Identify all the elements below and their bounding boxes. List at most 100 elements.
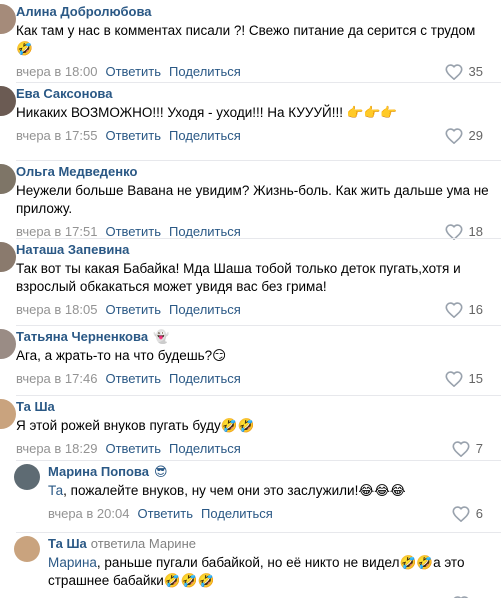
like-button[interactable]: 16	[445, 301, 483, 319]
comment-time[interactable]: вчера в 17:51	[16, 224, 97, 239]
author-badge-icon: 😎	[153, 464, 168, 479]
like-button[interactable]: 29	[445, 127, 483, 145]
comment-time[interactable]: вчера в 20:04	[48, 506, 129, 521]
avatar[interactable]	[0, 86, 16, 116]
like-button[interactable]: 35	[445, 63, 483, 81]
comment-footer: вчера в 20:04 Ответить Поделиться 6	[48, 505, 489, 523]
like-button[interactable]: 15	[445, 370, 483, 388]
comment-time[interactable]: вчера в 17:46	[16, 371, 97, 386]
comment-text-content: Ага, а жрать-то на что будешь?😏	[16, 348, 227, 363]
heart-icon	[445, 64, 463, 80]
comment-footer: вчера в 17:55 Ответить Поделиться 29	[16, 127, 489, 145]
comment-text: Никаких ВОЗМОЖНО!!! Уходя - уходи!!! На …	[16, 104, 489, 122]
reply-button[interactable]: Ответить	[137, 506, 193, 521]
avatar[interactable]	[0, 242, 16, 272]
heart-icon	[452, 441, 470, 457]
heart-icon	[445, 128, 463, 144]
share-button[interactable]: Поделиться	[169, 224, 241, 239]
author-line: Марина Попова 😎	[48, 464, 489, 479]
comment-time[interactable]: вчера в 18:29	[16, 441, 97, 456]
comment-text: Я этой рожей внуков пугать буду🤣🤣	[16, 417, 489, 435]
share-button[interactable]: Поделиться	[169, 371, 241, 386]
mention-link[interactable]: Та	[48, 483, 63, 498]
replied-to-label[interactable]: ответила Марине	[91, 536, 196, 551]
comment-body: Наташа Запевина Так вот ты какая Бабайка!…	[16, 242, 489, 319]
reply-button[interactable]: Ответить	[105, 64, 161, 79]
author-name[interactable]: Алина Добролюбова	[16, 4, 152, 19]
comment-text: Та, пожалейте внуков, ну чем они это зас…	[48, 482, 489, 500]
like-count: 35	[468, 64, 483, 79]
comment-divider	[16, 325, 501, 326]
comment-divider	[16, 532, 501, 533]
reply-button[interactable]: Ответить	[105, 302, 161, 317]
author-name[interactable]: Та Ша	[16, 399, 55, 414]
comment-time[interactable]: вчера в 17:55	[16, 128, 97, 143]
avatar[interactable]	[0, 164, 16, 194]
comment-body: Татьяна Черненкова 👻 Ага, а жрать-то на чт…	[16, 329, 489, 388]
reply-button[interactable]: Ответить	[105, 224, 161, 239]
comment-text: Ага, а жрать-то на что будешь?😏	[16, 347, 489, 365]
comment-footer: вчера в 18:29 Ответить Поделиться 7	[16, 440, 489, 458]
heart-icon	[445, 371, 463, 387]
like-count: 16	[468, 302, 483, 317]
avatar[interactable]	[0, 329, 16, 359]
author-line: Алина Добролюбова	[16, 4, 489, 19]
comment-text-content: , пожалейте внуков, ну чем они это заслу…	[63, 483, 406, 498]
comment-body: Та Ша ответила Марине Марина, раньше пугал…	[48, 536, 489, 598]
reply-button[interactable]: Ответить	[105, 441, 161, 456]
author-line: Татьяна Черненкова 👻	[16, 329, 489, 344]
comment-text: Как там у нас в комментах писали ?! Свеж…	[16, 22, 489, 58]
comment-text: Марина, раньше пугали бабайкой, но её ни…	[48, 554, 489, 590]
heart-icon	[445, 302, 463, 318]
comment-time[interactable]: вчера в 18:05	[16, 302, 97, 317]
avatar[interactable]	[0, 4, 16, 34]
comment-body: Алина Добролюбова Как там у нас в коммент…	[16, 4, 489, 81]
author-name[interactable]: Марина Попова	[48, 464, 149, 479]
comment-text: Неужели больше Вавана не увидим? Жизнь-б…	[16, 182, 489, 218]
author-name[interactable]: Ева Саксонова	[16, 86, 112, 101]
comment-text-content: , раньше пугали бабайкой, но её никто не…	[48, 555, 465, 588]
comment-text: Так вот ты какая Бабайка! Мда Шаша тобой…	[16, 260, 489, 296]
like-count: 6	[475, 506, 483, 521]
comment-body: Марина Попова 😎 Та, пожалейте внуков, ну ч…	[48, 464, 489, 523]
author-name[interactable]: Ольга Медведенко	[16, 164, 137, 179]
author-badge-icon: 👻	[153, 329, 170, 344]
like-count: 7	[475, 441, 483, 456]
avatar[interactable]	[14, 464, 40, 490]
like-count: 29	[468, 128, 483, 143]
like-count: 15	[468, 371, 483, 386]
share-button[interactable]: Поделиться	[169, 64, 241, 79]
author-name[interactable]: Наташа Запевина	[16, 242, 129, 257]
like-button[interactable]: 7	[452, 440, 483, 458]
comment-text-content: Я этой рожей внуков пугать буду🤣🤣	[16, 418, 255, 433]
comment-body: Ольга Медведенко Неужели больше Вавана не…	[16, 164, 489, 241]
author-line: Ольга Медведенко	[16, 164, 489, 179]
avatar[interactable]	[0, 399, 16, 429]
share-button[interactable]: Поделиться	[169, 302, 241, 317]
avatar[interactable]	[14, 536, 40, 562]
author-line: Наташа Запевина	[16, 242, 489, 257]
share-button[interactable]: Поделиться	[169, 441, 241, 456]
reply-button[interactable]: Ответить	[105, 128, 161, 143]
author-line: Та Ша	[16, 399, 489, 414]
author-name[interactable]: Татьяна Черненкова	[16, 329, 148, 344]
comment-footer: вчера в 18:00 Ответить Поделиться 35	[16, 63, 489, 81]
comment-divider	[16, 160, 501, 161]
comment-body: Та Ша Я этой рожей внуков пугать буду🤣🤣 вч…	[16, 399, 489, 458]
like-button[interactable]: 6	[452, 505, 483, 523]
share-button[interactable]: Поделиться	[201, 506, 273, 521]
comment-text-content: Неужели больше Вавана не увидим? Жизнь-б…	[16, 183, 489, 216]
comment-text-content: Так вот ты какая Бабайка! Мда Шаша тобой…	[16, 261, 461, 294]
share-button[interactable]: Поделиться	[169, 128, 241, 143]
comment-divider	[16, 395, 501, 396]
heart-icon	[452, 506, 470, 522]
author-name[interactable]: Та Ша	[48, 536, 87, 551]
author-line: Та Ша ответила Марине	[48, 536, 489, 551]
comment-divider	[16, 82, 501, 83]
comment-divider	[16, 460, 501, 461]
comment-time[interactable]: вчера в 18:00	[16, 64, 97, 79]
comment-footer: вчера в 17:46 Ответить Поделиться 15	[16, 370, 489, 388]
mention-link[interactable]: Марина	[48, 555, 97, 570]
comment-footer: вчера в 18:05 Ответить Поделиться 16	[16, 301, 489, 319]
reply-button[interactable]: Ответить	[105, 371, 161, 386]
